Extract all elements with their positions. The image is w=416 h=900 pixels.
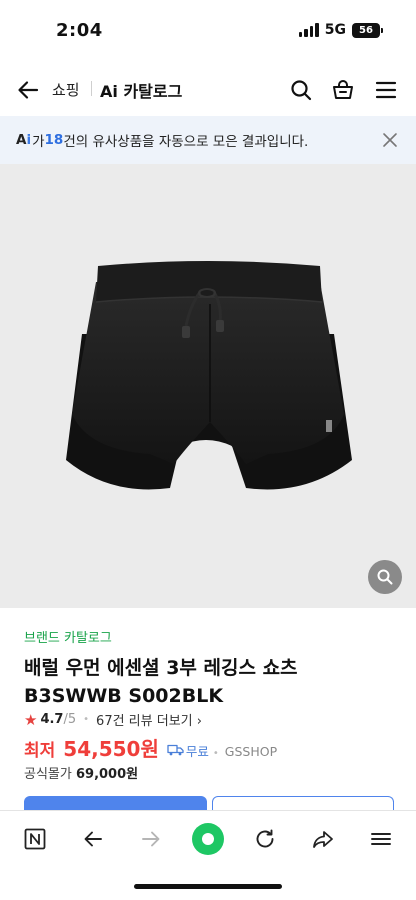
shipping-info: 무료 xyxy=(167,741,209,760)
menu-icon xyxy=(371,833,391,845)
mall-name: GSSHOP xyxy=(224,744,278,759)
browser-toolbar xyxy=(0,810,416,866)
green-dot-button[interactable] xyxy=(190,821,226,857)
brand-catalog-link[interactable]: 브랜드 카탈로그 xyxy=(24,627,112,646)
banner-close-button[interactable] xyxy=(378,128,402,152)
zoom-icon xyxy=(377,569,393,585)
dot-separator-2: • xyxy=(212,748,219,759)
search-icon xyxy=(291,80,312,101)
forward-arrow-icon xyxy=(142,831,160,847)
official-price: 69,000원 xyxy=(75,767,139,782)
reload-button[interactable] xyxy=(249,823,281,855)
product-image[interactable] xyxy=(0,164,416,608)
price-label: 최저 xyxy=(24,741,56,761)
signal-icon xyxy=(298,23,319,37)
star-icon: ★ xyxy=(24,710,38,729)
status-bar: 2:04 5G 56 xyxy=(0,0,416,62)
menu-button[interactable] xyxy=(372,76,400,104)
browser-forward-button[interactable] xyxy=(135,823,167,855)
back-arrow-icon xyxy=(84,831,102,847)
official-price-row: 공식몰가 69,000원 xyxy=(24,763,138,782)
browser-back-button[interactable] xyxy=(77,823,109,855)
official-label: 공식몰가 xyxy=(24,767,72,782)
price-row: 최저 54,550원 무료 • GSSHOP xyxy=(24,733,277,762)
breadcrumb-shopping[interactable]: 쇼핑 xyxy=(52,79,80,100)
rating-value: 4.7 xyxy=(40,712,64,727)
banner-prefix: 가 xyxy=(32,134,45,150)
status-time: 2:04 xyxy=(56,20,103,41)
hamburger-icon xyxy=(375,81,397,99)
green-dot-icon xyxy=(192,823,224,855)
back-button[interactable] xyxy=(14,76,42,104)
battery-icon: 56 xyxy=(352,22,383,38)
truck-icon xyxy=(167,744,184,756)
status-indicators: 5G 56 xyxy=(298,22,383,38)
cart-button[interactable] xyxy=(329,76,357,104)
battery-level: 56 xyxy=(359,24,373,36)
close-icon xyxy=(383,133,397,147)
review-link-label: 67건 리뷰 더보기 xyxy=(96,714,193,729)
search-button[interactable] xyxy=(287,76,315,104)
rating-max: /5 xyxy=(63,712,77,727)
browser-menu-button[interactable] xyxy=(365,823,397,855)
breadcrumb-divider xyxy=(91,81,92,96)
top-header: 쇼핑 Ai 카탈로그 xyxy=(0,62,416,116)
banner-count: 18 xyxy=(44,132,64,148)
rating-row: ★ 4.7 /5 • 67건 리뷰 더보기 › xyxy=(24,710,202,730)
shipping-label: 무료 xyxy=(185,743,209,759)
page-title: Ai 카탈로그 xyxy=(100,82,183,101)
product-title: 배럴 우먼 에센셜 3부 레깅스 쇼츠 B3SWWB S002BLK xyxy=(24,657,298,707)
review-link[interactable]: 67건 리뷰 더보기 › xyxy=(96,710,202,729)
naver-n-icon xyxy=(24,828,46,850)
network-label: 5G xyxy=(324,22,346,38)
shorts-image xyxy=(66,261,352,490)
share-icon xyxy=(313,831,333,848)
banner-text: 건의 유사상품을 자동으로 모은 결과입니다. xyxy=(63,134,309,150)
ai-info-banner: Ai 가 18 건의 유사상품을 자동으로 모은 결과입니다. xyxy=(0,116,416,164)
lowest-price: 54,550원 xyxy=(63,737,159,761)
dot-separator: • xyxy=(83,714,90,725)
zoom-button[interactable] xyxy=(368,560,402,594)
reload-icon xyxy=(256,829,274,848)
shopping-bag-icon xyxy=(333,80,353,99)
home-indicator xyxy=(134,884,282,889)
chevron-right-icon: › xyxy=(196,714,202,729)
naver-home-button[interactable] xyxy=(19,823,51,855)
ai-badge-icon: Ai xyxy=(16,132,32,148)
arrow-left-icon xyxy=(18,81,39,99)
share-button[interactable] xyxy=(307,823,339,855)
